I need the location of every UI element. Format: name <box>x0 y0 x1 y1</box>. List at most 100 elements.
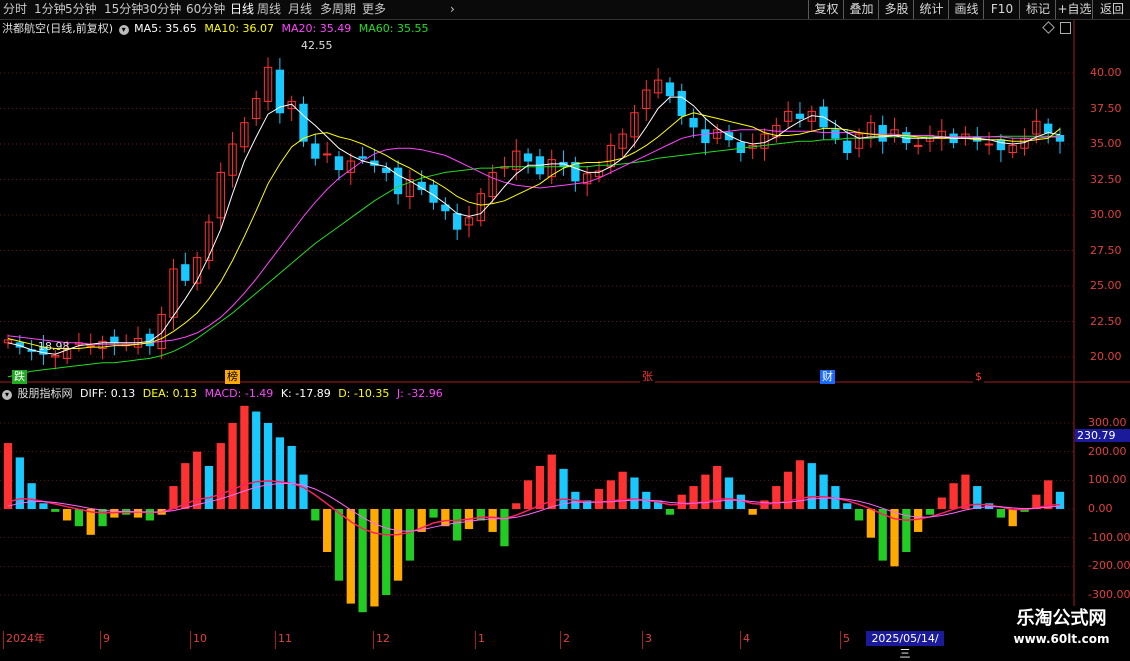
candle-body <box>86 345 95 348</box>
macd-bar <box>263 423 273 509</box>
date-tick <box>373 631 374 649</box>
candle-body <box>677 90 686 117</box>
more-arrow-icon[interactable]: › <box>450 1 455 17</box>
macd-bar <box>724 477 734 509</box>
macd-bar <box>772 486 781 509</box>
macd-bar <box>405 509 415 561</box>
period-tab-1[interactable]: 1分钟 <box>34 1 66 17</box>
toolbar-button-3[interactable]: 统计 <box>913 0 949 19</box>
macd-bar <box>807 463 816 509</box>
macd-bar <box>98 509 107 527</box>
macd-bar <box>1008 509 1017 527</box>
toolbar-button-7[interactable]: +自选 <box>1055 0 1093 19</box>
macd-bar <box>323 509 332 552</box>
price-axis-label: 27.50 <box>1090 243 1122 257</box>
period-tab-2[interactable]: 5分钟 <box>65 1 97 17</box>
price-axis-label: 30.00 <box>1090 208 1122 221</box>
macd-bar <box>713 466 722 509</box>
toolbar-button-8[interactable]: 返回 <box>1092 0 1130 19</box>
macd-bar <box>843 503 852 509</box>
macd-bar <box>783 471 793 509</box>
period-tab-9[interactable]: 多周期 <box>320 1 356 17</box>
macd-bar <box>3 443 13 509</box>
date-label: 3 <box>645 632 652 645</box>
macd-bar <box>795 460 805 509</box>
stock-chart[interactable] <box>0 20 1130 630</box>
high-annotation: 42.55 <box>301 39 333 52</box>
date-tick <box>190 631 191 649</box>
period-tab-0[interactable]: 分时 <box>3 1 27 17</box>
settings-icon[interactable] <box>1060 22 1071 34</box>
toolbar-button-6[interactable]: 标记 <box>1019 0 1056 19</box>
price-axis-label: 35.00 <box>1090 137 1122 150</box>
macd-bar <box>287 445 296 509</box>
price-axis-label: 22.50 <box>1090 314 1122 328</box>
indicator-axis-label: 300.00 <box>1088 416 1127 429</box>
macd-bar <box>334 509 344 581</box>
ma60-label: MA60: 35.55 <box>358 22 429 35</box>
date-tick <box>642 631 643 649</box>
date-label: 12 <box>376 632 390 645</box>
macd-bar <box>311 509 320 521</box>
macd-bar <box>74 509 84 527</box>
ma20-label: MA20: 35.49 <box>281 22 352 35</box>
macd-bar <box>476 509 485 521</box>
period-tab-5[interactable]: 60分钟 <box>186 1 225 17</box>
period-tab-7[interactable]: 周线 <box>257 1 281 17</box>
signal-marker: 跌 <box>12 370 27 384</box>
toolbar-button-4[interactable]: 画线 <box>948 0 984 19</box>
candle-body <box>665 82 675 97</box>
date-label: 9 <box>103 632 110 645</box>
toolbar-button-0[interactable]: 复权 <box>808 0 844 19</box>
indicator-axis-label: -300.00 <box>1088 588 1130 601</box>
macd-bar <box>630 477 639 509</box>
candle-body <box>110 336 119 344</box>
macd-bar <box>961 474 970 509</box>
macd-bar <box>252 411 261 509</box>
macd-bar <box>854 509 864 521</box>
macd-bar <box>27 483 36 509</box>
price-axis-label: 32.50 <box>1090 172 1122 186</box>
macd-bar <box>594 488 604 509</box>
candle-body <box>358 156 367 159</box>
candle-body <box>453 213 462 230</box>
macd-bar <box>39 503 48 509</box>
toolbar-button-2[interactable]: 多股 <box>878 0 914 19</box>
candle-body <box>1044 123 1053 134</box>
macd-bar <box>689 486 698 509</box>
period-tab-8[interactable]: 月线 <box>288 1 312 17</box>
macd-bar <box>145 509 154 521</box>
macd-bar <box>701 474 710 509</box>
toolbar-button-5[interactable]: F10 <box>983 0 1020 19</box>
macd-bar <box>878 509 887 561</box>
indicator-header: ▾ 股朋指标网 DIFF: 0.13 DEA: 0.13 MACD: -1.49… <box>2 387 443 401</box>
candle-body <box>831 129 840 139</box>
period-tab-4[interactable]: 30分钟 <box>142 1 181 17</box>
candle-body <box>795 113 805 119</box>
watermark: 乐淘公式网 www.60lt.com <box>993 606 1130 650</box>
macd-bar <box>275 437 285 509</box>
period-tab-3[interactable]: 15分钟 <box>104 1 143 17</box>
candle-body <box>689 117 698 128</box>
date-label: 2 <box>563 632 570 645</box>
line-ma20 <box>7 129 1061 345</box>
candle-body <box>523 153 533 162</box>
ma-toggle-icon[interactable]: ▾ <box>118 25 129 35</box>
macd-bar <box>358 509 367 613</box>
signal-marker: 榜 <box>225 370 240 384</box>
macd-bar <box>169 486 178 509</box>
stock-title: 洪都航空(日线,前复权) <box>2 22 114 35</box>
macd-bar <box>51 509 60 512</box>
macd-bar <box>523 480 533 509</box>
indicator-toggle-icon[interactable]: ▾ <box>2 390 12 400</box>
period-tab-6[interactable]: 日线 <box>230 1 254 17</box>
toolbar-button-1[interactable]: 叠加 <box>843 0 879 19</box>
date-tick <box>740 631 741 649</box>
indicator-axis-label: 0.00 <box>1088 502 1113 515</box>
date-label: 2024年 <box>6 632 45 645</box>
period-tab-10[interactable]: 更多 <box>362 1 386 17</box>
macd-bar <box>914 509 923 532</box>
candle-body <box>299 103 308 142</box>
candle-body <box>843 140 852 154</box>
macd-bar <box>382 509 391 595</box>
